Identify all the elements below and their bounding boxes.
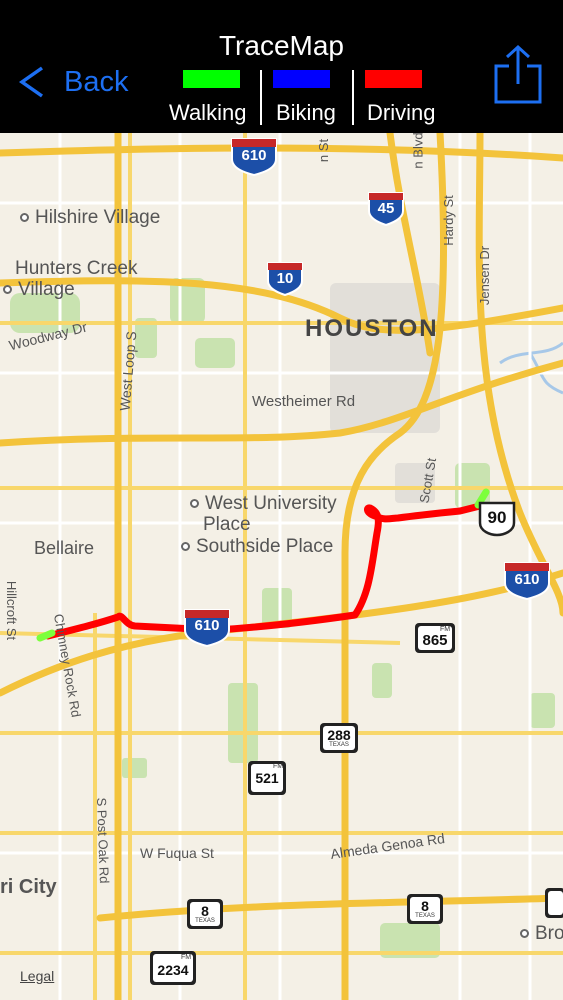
fm-tag: FM	[181, 954, 192, 961]
place-southside-place: Southside Place	[181, 536, 333, 558]
texas-tag: TEXAS	[195, 918, 215, 924]
street-main-blvd: n Blvd	[410, 133, 426, 169]
street-westheimer: Westheimer Rd	[252, 393, 356, 410]
place-dot-icon	[520, 929, 529, 939]
fm521-label: 521	[255, 770, 279, 786]
legend-divider	[260, 70, 262, 125]
street-w-fuqua: W Fuqua St	[140, 845, 214, 861]
street-post-oak: S Post Oak Rd	[93, 797, 112, 884]
driving-swatch	[365, 70, 422, 88]
park-area	[122, 758, 147, 778]
i610-right-shield-label: 610	[514, 571, 540, 588]
legend-label-biking: Biking	[276, 100, 336, 125]
biking-swatch	[273, 70, 330, 88]
route-walking	[36, 629, 56, 642]
place-hunters-creek-line2: Village	[3, 279, 75, 301]
tx8-right-label: 8	[421, 898, 429, 914]
app-title: TraceMap	[218, 30, 344, 61]
place-label: Bro	[535, 923, 563, 944]
street-jensen: Jensen Dr	[477, 245, 493, 306]
tx8-left-label: 8	[201, 903, 209, 919]
place-west-university-line2: Place	[203, 514, 251, 535]
fm865-label: 865	[422, 632, 448, 649]
highway-288	[341, 133, 448, 1000]
highway-8	[96, 894, 563, 922]
fm-tag: FM	[273, 763, 284, 770]
place-bellaire: Bellaire	[34, 538, 95, 558]
chevron-left-icon	[18, 66, 44, 98]
tx288-label: 288	[327, 727, 351, 743]
place-dot-icon	[20, 213, 29, 223]
place-bro: Bro	[520, 923, 563, 945]
i45-shield-label: 45	[377, 200, 395, 217]
street-hardy: Hardy St	[440, 195, 456, 246]
route-legend: Walking Biking Driving	[165, 68, 447, 128]
tx8-sign-edge	[545, 888, 563, 918]
back-button[interactable]: Back	[16, 62, 128, 102]
share-icon[interactable]	[493, 44, 543, 106]
park-area	[195, 338, 235, 368]
legend-item-driving: Driving	[355, 68, 447, 128]
i610-shield-label: 610	[241, 147, 267, 164]
place-hunters-creek: Hunters Creek	[15, 258, 138, 279]
place-label: Village	[18, 279, 75, 300]
legend-label-walking: Walking	[169, 100, 247, 125]
place-hilshire-village: Hilshire Village	[20, 207, 160, 229]
fm2234-label: 2234	[157, 962, 189, 978]
place-label: West University	[205, 493, 337, 514]
park-area	[530, 693, 555, 728]
texas-tag: TEXAS	[415, 913, 435, 919]
i10-shield-label: 10	[276, 270, 294, 287]
city-label-houston: HOUSTON	[305, 315, 439, 342]
park-area	[372, 663, 392, 698]
place-west-university: West University	[190, 493, 337, 515]
legend-label-driving: Driving	[367, 100, 436, 125]
legend-item-biking: Biking	[263, 68, 351, 128]
back-label: Back	[64, 65, 129, 98]
place-ri-city: ri City	[0, 876, 57, 898]
walking-swatch	[183, 70, 240, 88]
place-dot-icon	[181, 542, 190, 552]
place-dot-icon	[3, 285, 12, 295]
place-label: Hilshire Village	[35, 207, 161, 228]
place-dot-icon	[190, 499, 199, 509]
legal-link[interactable]: Legal	[20, 968, 54, 984]
street-hillcroft: Hillcroft St	[4, 580, 20, 641]
legend-divider	[352, 70, 354, 125]
street-n-st: n St	[316, 138, 332, 163]
legend-item-walking: Walking	[165, 68, 260, 128]
nav-bar: TraceMap Back Walking Biking Driving	[0, 0, 563, 133]
us90-shield-label: 90	[487, 508, 507, 527]
texas-tag: TEXAS	[329, 742, 349, 748]
place-label: Southside Place	[196, 536, 334, 557]
i610-route-shield-label: 610	[194, 617, 220, 634]
map-view[interactable]: 610 45 10 610 610 90 FM 865 288 TEXAS FM…	[0, 133, 563, 1000]
